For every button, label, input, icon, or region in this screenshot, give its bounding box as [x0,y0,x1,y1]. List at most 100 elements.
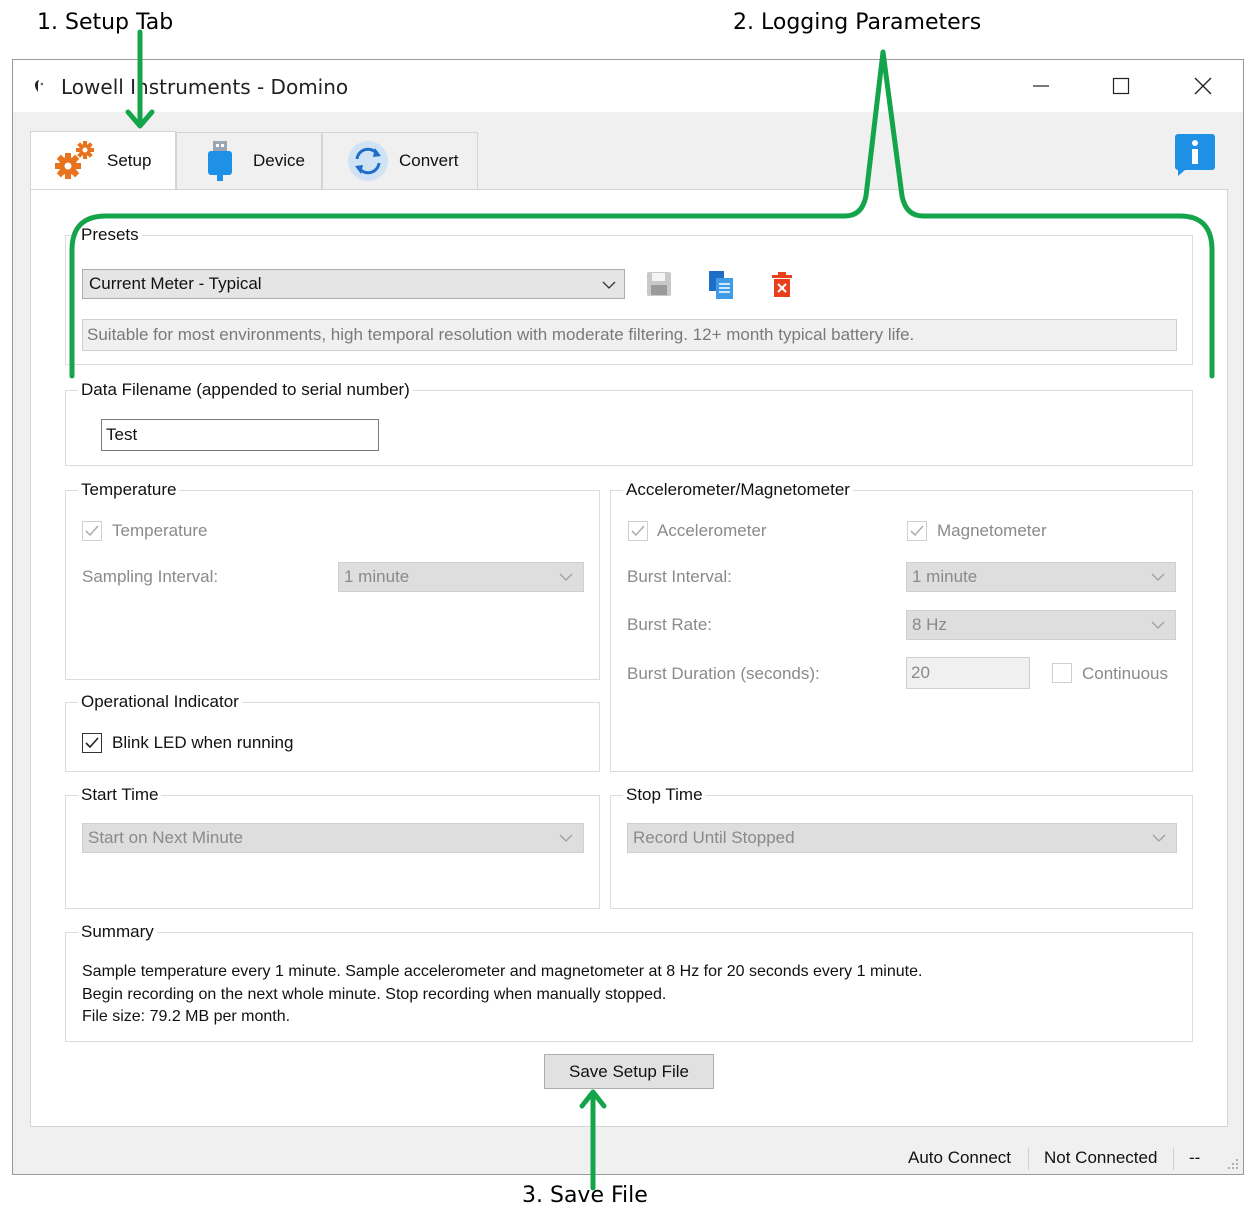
checkmark-icon [85,737,99,749]
info-icon [1175,134,1215,176]
stop-time-group: Stop Time Record Until Stopped [610,785,1193,909]
chevron-down-icon [1152,834,1166,842]
preset-description-text: Suitable for most environments, high tem… [87,325,915,344]
chevron-down-icon [1151,573,1165,581]
start-time-group: Start Time Start on Next Minute [65,785,600,909]
status-bar: Auto Connect Not Connected -- [13,1144,1243,1174]
status-divider [1028,1148,1029,1170]
sampling-interval-label: Sampling Interval: [82,567,219,586]
operational-indicator-label: Operational Indicator [78,692,242,712]
burst-rate-dropdown[interactable]: 8 Hz [906,610,1176,640]
summary-text: Sample temperature every 1 minute. Sampl… [82,961,922,1029]
summary-line: File size: 79.2 MB per month. [82,1008,291,1025]
accelerometer-checkbox[interactable] [628,521,648,541]
tab-label: Setup [107,151,152,170]
start-time-label: Start Time [78,785,162,805]
filename-group: Data Filename (appended to serial number… [65,380,1193,466]
summary-line: Begin recording on the next whole minute… [82,985,667,1003]
magnetometer-label: Magnetometer [937,521,1047,540]
trash-delete-icon [772,272,792,297]
resize-grip-icon[interactable] [1227,1158,1239,1170]
burst-interval-dropdown[interactable]: 1 minute [906,562,1176,592]
checkmark-icon [910,525,924,537]
tab-convert[interactable]: Convert [322,132,478,190]
floppy-save-icon [647,272,671,296]
start-time-value: Start on Next Minute [88,828,243,847]
tab-setup[interactable]: Setup [30,131,176,190]
window-title: Lowell Instruments - Domino [61,75,349,99]
close-button[interactable] [1163,60,1243,112]
annotation-save-file: 3. Save File [522,1183,648,1208]
sampling-interval-dropdown[interactable]: 1 minute [338,562,584,592]
burst-rate-value: 8 Hz [912,615,947,634]
stop-time-label: Stop Time [623,785,706,805]
connection-status: Not Connected [1044,1148,1158,1167]
tab-label: Convert [399,151,459,170]
stop-time-dropdown[interactable]: Record Until Stopped [627,823,1177,853]
chevron-down-icon [602,281,616,289]
title-bar: Lowell Instruments - Domino [13,60,1243,112]
save-setup-file-button[interactable]: Save Setup File [544,1054,714,1089]
blink-led-label: Blink LED when running [112,733,294,752]
burst-duration-input[interactable]: 20 [906,657,1030,689]
close-icon [1194,77,1212,95]
checkmark-icon [85,525,99,537]
checkmark-icon [631,525,645,537]
annotation-logging-parameters: 2. Logging Parameters [733,10,982,35]
chevron-down-icon [559,573,573,581]
app-window: Lowell Instruments - Domino Setup Device… [12,59,1244,1175]
app-logo-icon [35,80,43,92]
summary-group: Summary Sample temperature every 1 minut… [65,922,1193,1042]
copy-preset-button[interactable] [707,270,735,300]
maximize-icon [1112,77,1130,95]
status-extra: -- [1189,1148,1201,1167]
setup-panel: Presets Current Meter - Typical Suitable… [30,189,1228,1127]
burst-interval-label: Burst Interval: [627,567,732,586]
accel-mag-group-label: Accelerometer/Magnetometer [623,480,853,500]
burst-duration-value: 20 [911,663,930,682]
preset-description: Suitable for most environments, high tem… [82,319,1177,351]
temperature-group: Temperature Temperature Sampling Interva… [65,480,600,680]
delete-preset-button[interactable] [771,272,795,300]
status-divider [1173,1148,1174,1170]
presets-group: Presets Current Meter - Typical Suitable… [65,225,1193,365]
presets-label: Presets [78,225,142,245]
sampling-interval-value: 1 minute [344,567,410,586]
tab-label: Device [253,151,305,170]
filename-label: Data Filename (appended to serial number… [78,380,413,400]
usb-device-icon [208,141,232,181]
maximize-button[interactable] [1081,60,1161,112]
save-setup-file-label: Save Setup File [568,1062,689,1081]
minimize-button[interactable] [1001,60,1081,112]
operational-indicator-group: Operational Indicator Blink LED when run… [65,692,600,772]
info-button[interactable] [1175,134,1215,176]
summary-label: Summary [78,922,157,942]
summary-line: Sample temperature every 1 minute. Sampl… [82,963,923,980]
annotation-setup-tab: 1. Setup Tab [37,10,174,35]
temperature-group-label: Temperature [78,480,180,500]
convert-refresh-icon [348,141,388,181]
temperature-checkbox-label: Temperature [112,521,208,540]
continuous-label: Continuous [1082,664,1169,683]
copy-document-icon [709,271,733,299]
chevron-down-icon [559,834,573,842]
tab-device[interactable]: Device [176,132,322,190]
gears-icon [55,141,94,179]
start-time-dropdown[interactable]: Start on Next Minute [82,823,584,853]
save-preset-button[interactable] [646,271,674,299]
blink-led-checkbox[interactable] [82,733,102,753]
burst-rate-label: Burst Rate: [627,615,713,634]
minimize-icon [1033,85,1049,87]
auto-connect-status[interactable]: Auto Connect [908,1148,1011,1168]
continuous-checkbox[interactable] [1052,663,1072,683]
accel-mag-group: Accelerometer/Magnetometer Accelerometer… [610,480,1193,772]
burst-duration-label: Burst Duration (seconds): [627,664,820,683]
filename-input[interactable] [101,419,379,451]
presets-dropdown[interactable]: Current Meter - Typical [82,269,625,299]
stop-time-value: Record Until Stopped [633,828,795,847]
accelerometer-label: Accelerometer [657,521,767,540]
chevron-down-icon [1151,621,1165,629]
magnetometer-checkbox[interactable] [907,521,927,541]
temperature-checkbox[interactable] [82,521,102,541]
burst-interval-value: 1 minute [912,567,978,586]
